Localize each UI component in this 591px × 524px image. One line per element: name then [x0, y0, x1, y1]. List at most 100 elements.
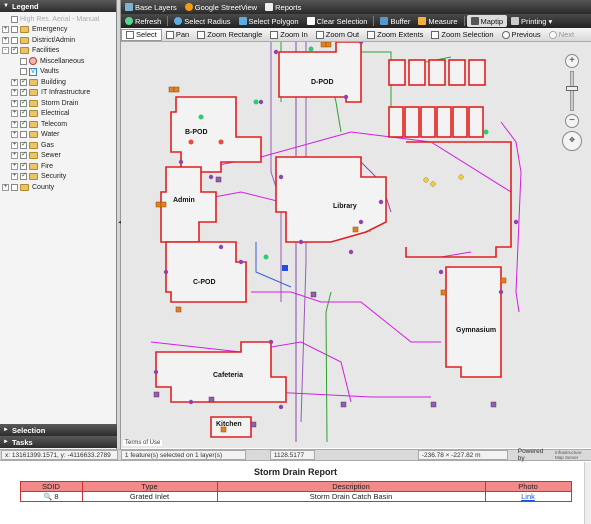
- building-small[interactable]: [452, 106, 468, 138]
- zoom-selection-button[interactable]: Zoom Selection: [427, 29, 497, 41]
- layer-checkbox[interactable]: [11, 26, 18, 34]
- zoom-minus-icon[interactable]: −: [565, 114, 579, 128]
- zoom-in-button[interactable]: Zoom In: [266, 29, 312, 41]
- zoom-rectangle-button[interactable]: Zoom Rectangle: [193, 29, 266, 41]
- legend-item[interactable]: + Sewer: [2, 150, 116, 162]
- map-canvas[interactable]: D-POD B-POD Admin Library C-POD Gymnasiu…: [121, 42, 591, 448]
- expand-icon[interactable]: +: [11, 78, 18, 86]
- legend-item[interactable]: High Res. Aerial - Manual: [2, 14, 116, 25]
- previous-button[interactable]: Previous: [498, 29, 545, 41]
- forward-arrow-icon: [548, 30, 557, 39]
- zoom-out-button[interactable]: Zoom Out: [312, 29, 363, 41]
- legend-item[interactable]: Miscellaneous: [2, 56, 116, 67]
- building-library[interactable]: [275, 156, 387, 243]
- layer-checkbox[interactable]: [11, 36, 18, 44]
- legend-item[interactable]: + Building: [2, 77, 116, 88]
- legend-item[interactable]: + Security: [2, 171, 116, 183]
- legend-item[interactable]: - Facilities: [2, 45, 116, 57]
- layer-checkbox[interactable]: [20, 171, 27, 181]
- expand-icon[interactable]: +: [11, 89, 18, 97]
- select-tool-button[interactable]: Select: [121, 28, 162, 41]
- building-small[interactable]: [436, 106, 452, 138]
- layer-checkbox[interactable]: [11, 183, 18, 191]
- tasks-header[interactable]: ► Tasks: [0, 436, 117, 448]
- layer-checkbox[interactable]: [20, 161, 27, 170]
- select-polygon-button[interactable]: Select Polygon: [235, 15, 303, 27]
- layer-checkbox[interactable]: [20, 98, 27, 107]
- zoom-slider[interactable]: [566, 71, 578, 111]
- building-d-pod[interactable]: [278, 42, 362, 103]
- expand-icon[interactable]: +: [11, 99, 18, 107]
- expand-icon[interactable]: +: [11, 110, 18, 118]
- pan-tool-button[interactable]: Pan: [162, 29, 193, 41]
- terms-of-use-link[interactable]: Terms of Use: [123, 440, 163, 446]
- measure-button[interactable]: Measure: [414, 15, 461, 27]
- expand-icon[interactable]: +: [2, 183, 9, 191]
- layer-checkbox[interactable]: [11, 15, 18, 23]
- expand-icon[interactable]: +: [2, 26, 9, 34]
- legend-item[interactable]: + Emergency: [2, 25, 116, 36]
- layer-checkbox[interactable]: [20, 68, 27, 76]
- photo-link[interactable]: Link: [521, 492, 535, 501]
- building-small[interactable]: [468, 59, 486, 86]
- expand-icon[interactable]: +: [11, 141, 18, 149]
- clear-selection-button[interactable]: Clear Selection: [303, 15, 372, 27]
- building-small[interactable]: [468, 106, 484, 138]
- building-gymnasium[interactable]: [445, 266, 502, 378]
- selection-header[interactable]: ► Selection: [0, 424, 117, 436]
- zoom-slider-thumb[interactable]: [566, 86, 578, 91]
- layer-checkbox[interactable]: [11, 45, 18, 55]
- legend-item[interactable]: + County: [2, 182, 116, 193]
- collapse-icon[interactable]: -: [2, 47, 9, 55]
- base-layers-button[interactable]: Base Layers: [121, 1, 181, 13]
- building-admin[interactable]: [160, 166, 217, 243]
- reports-button[interactable]: Reports: [261, 1, 305, 13]
- layer-checkbox[interactable]: [20, 131, 27, 139]
- building-small[interactable]: [420, 106, 436, 138]
- pan-control-icon[interactable]: ✥: [562, 131, 582, 151]
- zoom-plus-icon[interactable]: +: [565, 54, 579, 68]
- legend-item[interactable]: + District/Admin: [2, 35, 116, 46]
- legend-item[interactable]: + IT Infrastructure: [2, 87, 116, 99]
- expand-icon[interactable]: +: [2, 36, 9, 44]
- legend-item[interactable]: + Fire: [2, 161, 116, 172]
- legend-item[interactable]: + Electrical: [2, 108, 116, 120]
- legend-item[interactable]: + Water: [2, 130, 116, 141]
- report-scrollbar[interactable]: [584, 462, 591, 524]
- legend-item[interactable]: V Vaults: [2, 67, 116, 78]
- expand-icon[interactable]: +: [11, 120, 18, 128]
- building-small[interactable]: [448, 59, 466, 86]
- building-small[interactable]: [408, 59, 426, 86]
- legend-item[interactable]: + Gas: [2, 140, 116, 151]
- zoom-to-feature-icon[interactable]: 🔍: [44, 494, 53, 501]
- expand-icon[interactable]: +: [11, 131, 18, 139]
- next-button[interactable]: Next: [545, 29, 578, 41]
- select-radius-button[interactable]: Select Radius: [170, 15, 234, 27]
- expand-icon[interactable]: +: [11, 173, 18, 181]
- streetview-button[interactable]: Google StreetView: [181, 1, 261, 13]
- layer-checkbox[interactable]: [20, 140, 27, 149]
- maptip-button[interactable]: Maptip: [466, 15, 508, 27]
- layer-checkbox[interactable]: [20, 150, 27, 160]
- building-small[interactable]: [428, 59, 446, 86]
- printing-button[interactable]: Printing ▾: [507, 15, 556, 27]
- expand-icon[interactable]: +: [11, 162, 18, 170]
- selected-feature-marker[interactable]: [282, 265, 288, 271]
- layer-checkbox[interactable]: [20, 87, 27, 97]
- refresh-button[interactable]: Refresh: [121, 15, 165, 27]
- expand-icon[interactable]: +: [11, 152, 18, 160]
- zoom-extents-button[interactable]: Zoom Extents: [363, 29, 427, 41]
- building-small[interactable]: [404, 106, 420, 138]
- layer-checkbox[interactable]: [20, 57, 27, 65]
- building-c-pod[interactable]: [165, 241, 247, 303]
- layer-checkbox[interactable]: [20, 77, 27, 86]
- legend-item[interactable]: + Storm Drain: [2, 98, 116, 109]
- layer-checkbox[interactable]: [20, 108, 27, 118]
- layer-checkbox[interactable]: [20, 119, 27, 128]
- buffer-button[interactable]: Buffer: [376, 15, 414, 27]
- building-small[interactable]: [388, 59, 406, 86]
- building-small[interactable]: [388, 106, 404, 138]
- zoom-control[interactable]: + − ✥: [561, 54, 583, 152]
- legend-item[interactable]: + Telecom: [2, 119, 116, 130]
- legend-header[interactable]: ▼ Legend: [0, 0, 116, 12]
